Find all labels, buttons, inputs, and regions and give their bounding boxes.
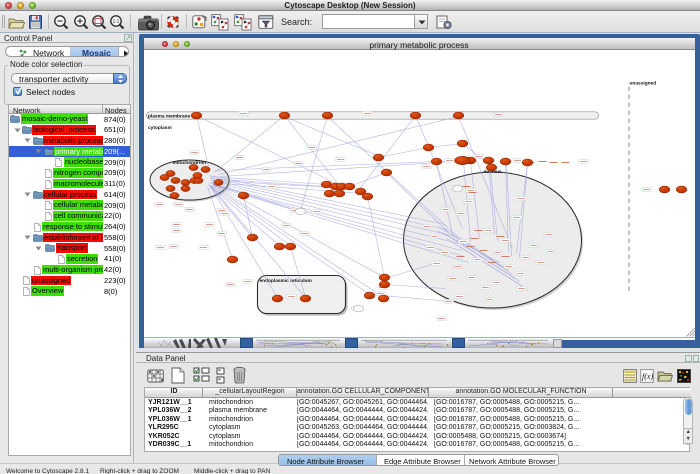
svg-text:plasma membrane: plasma membrane (148, 113, 190, 119)
svg-text:mitochondrion: mitochondrion (172, 160, 206, 166)
svg-text:f(x): f(x) (642, 372, 653, 381)
svg-text:cytoplasm: cytoplasm (148, 125, 172, 131)
svg-text:1:1: 1:1 (113, 19, 120, 25)
svg-text:unassigned: unassigned (629, 80, 656, 86)
